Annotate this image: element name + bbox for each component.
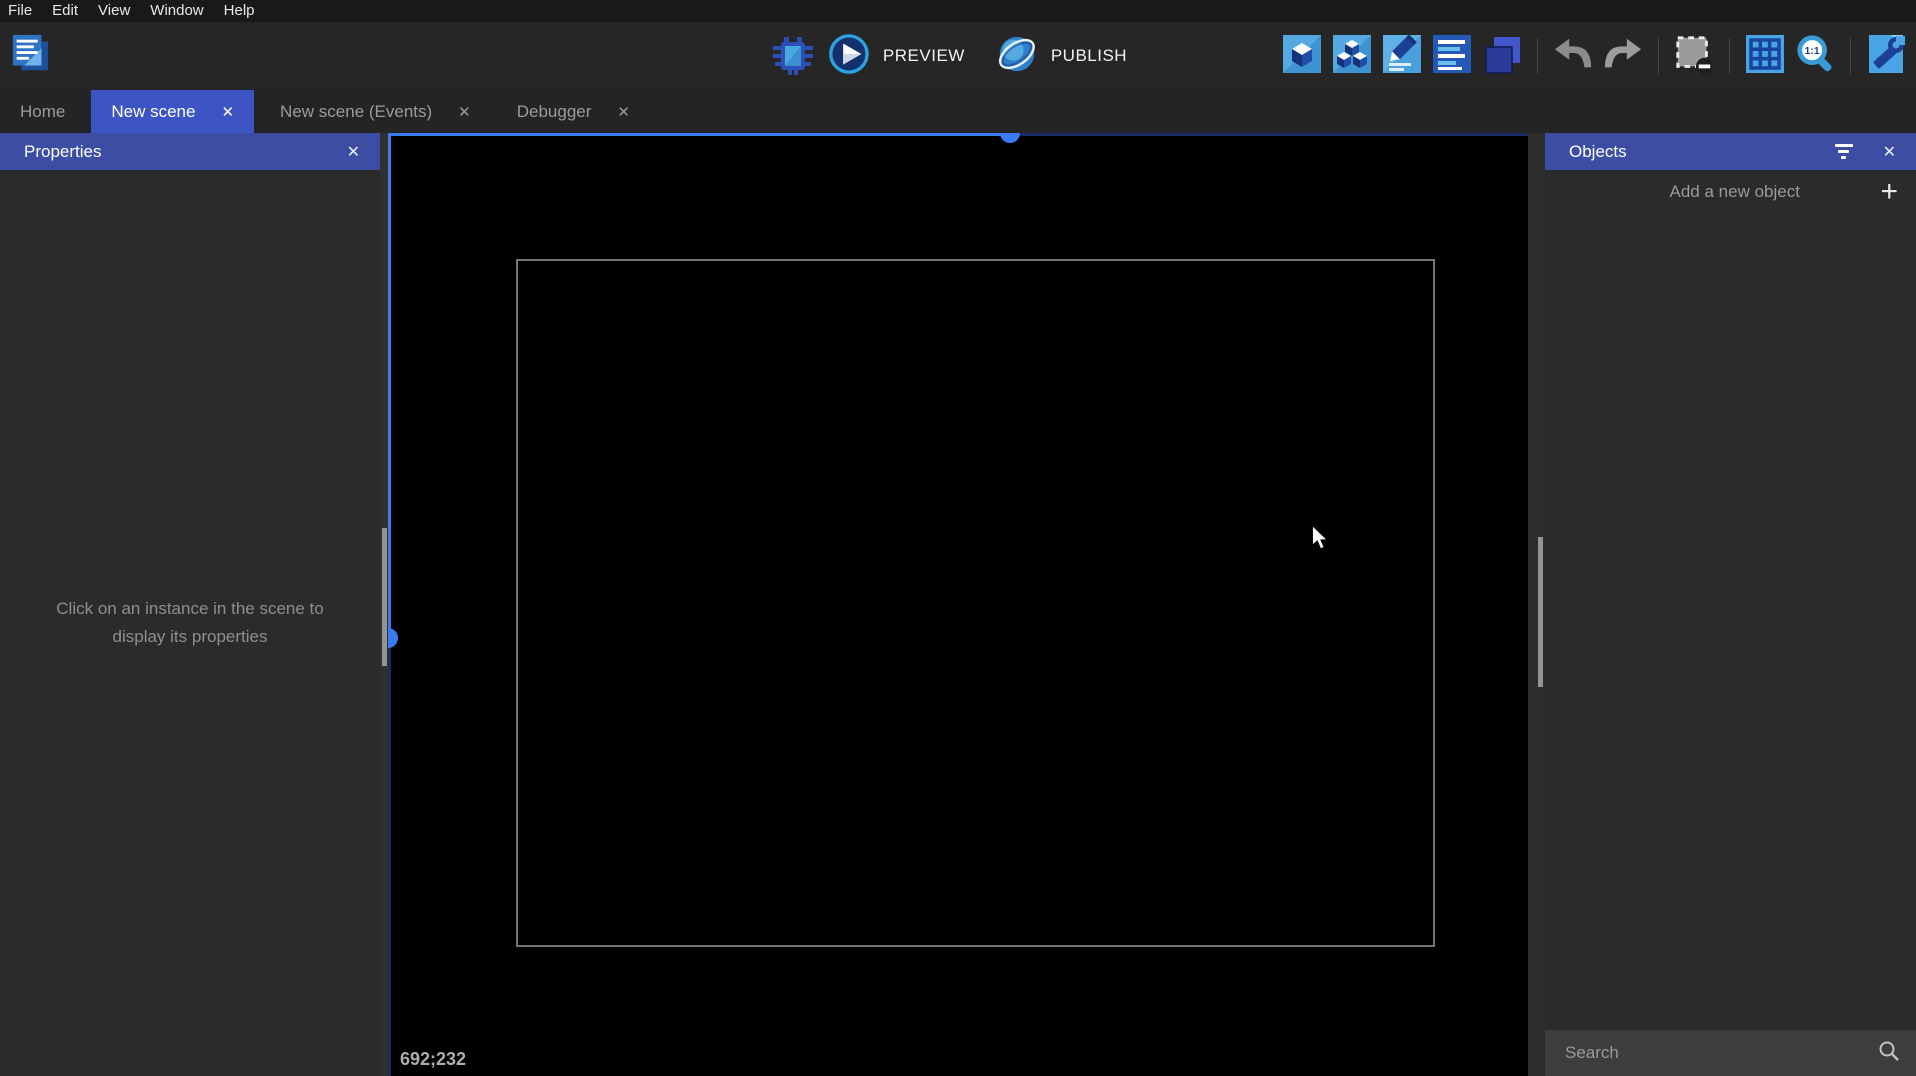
tab-close-icon[interactable]: ✕ [617,103,630,121]
play-circle-icon [828,33,870,80]
scene-canvas[interactable]: 692;232 [388,133,1528,1076]
tab-new-scene[interactable]: New scene ✕ [91,90,255,133]
scene-cube-icon [1282,34,1322,79]
selection-edge-left [388,133,391,638]
bug-icon [771,32,815,81]
toolbar-separator [1850,38,1851,74]
toolbar-center-group: PREVIEW PUBLISH [771,22,1145,90]
preview-button[interactable] [827,30,871,82]
add-new-object-button[interactable]: Add a new object + [1545,170,1916,214]
properties-panel-header: Properties ✕ [0,133,380,170]
tab-label: New scene [111,101,196,121]
properties-panel-body: Click on an instance in the scene to dis… [0,170,380,1076]
project-manager-icon [9,33,51,80]
tab-label: Debugger [516,101,592,121]
redo-icon [1603,37,1643,76]
edit-events-button[interactable] [1430,30,1474,82]
grid-icon [1745,34,1785,79]
canvas-border-top [1010,133,1528,136]
pencil-icon [1382,33,1422,79]
svg-text:1:1: 1:1 [1805,45,1820,57]
tab-debugger[interactable]: Debugger ✕ [497,90,650,133]
layers-button[interactable] [1480,30,1524,82]
properties-empty-message: Click on an instance in the scene to dis… [56,598,324,646]
zoom-original-button[interactable]: 1:1 [1793,30,1837,82]
objects-close-icon[interactable]: ✕ [1879,140,1900,164]
tab-close-icon[interactable]: ✕ [458,103,471,121]
preview-label[interactable]: PREVIEW [883,46,965,66]
toolbar-separator [1537,38,1538,74]
selection-handle-left[interactable] [388,628,398,648]
add-new-object-label: Add a new object [1669,182,1800,201]
properties-panel-title: Properties [24,141,102,161]
tab-label: New scene (Events) [280,101,433,121]
editor-tab-bar: Home New scene ✕ New scene (Events) ✕ De… [0,90,1916,133]
menu-view[interactable]: View [88,0,140,22]
menu-window[interactable]: Window [140,0,213,22]
events-sheet-icon [1432,34,1472,79]
search-input[interactable] [1565,1043,1878,1063]
selection-handle-top[interactable] [1000,133,1020,143]
mouse-cursor-icon [1312,525,1328,555]
plus-icon[interactable]: + [1880,177,1898,207]
scrollbar-thumb[interactable] [1538,537,1543,687]
tab-new-scene-events[interactable]: New scene (Events) ✕ [260,90,491,133]
scene-window-border [516,259,1435,947]
debug-button[interactable] [771,30,815,82]
undo-icon [1553,37,1593,76]
menu-bar: File Edit View Window Help [0,0,1916,22]
main-toolbar: PREVIEW PUBLISH 1:1 [0,22,1916,90]
toolbar-separator [1658,38,1659,74]
wrench-icon [1866,34,1906,79]
selection-edge-top [388,133,1010,136]
edit-objects-button[interactable] [1330,30,1374,82]
properties-panel: Properties ✕ Click on an instance in the… [0,133,380,1076]
menu-help[interactable]: Help [214,0,265,22]
toolbar-separator [1729,38,1730,74]
tools-button[interactable] [1864,30,1908,82]
objects-search-bar [1545,1030,1916,1076]
menu-edit[interactable]: Edit [42,0,88,22]
search-icon[interactable] [1878,1040,1900,1067]
cursor-coordinates-label: 692;232 [400,1049,467,1069]
objects-panel: Objects ✕ Add a new object + [1545,133,1916,1076]
publish-label[interactable]: PUBLISH [1051,46,1127,66]
undo-button[interactable] [1551,30,1595,82]
redo-button[interactable] [1601,30,1645,82]
deselect-button[interactable] [1672,30,1716,82]
layers-icon [1482,34,1522,79]
edit-scene-properties-button[interactable] [1380,30,1424,82]
canvas-left-scrollbar[interactable] [380,133,388,1076]
filter-icon[interactable] [1834,144,1853,159]
objects-cubes-icon [1332,34,1372,79]
canvas-right-scrollbar[interactable] [1528,133,1545,1076]
objects-panel-header: Objects ✕ [1545,133,1916,170]
scrollbar-thumb[interactable] [382,528,387,666]
toolbar-right-group: 1:1 [1280,22,1908,90]
properties-close-icon[interactable]: ✕ [343,140,364,164]
publish-sphere-icon [996,33,1038,80]
zoom-1-1-icon: 1:1 [1794,33,1836,80]
tab-home[interactable]: Home [0,90,85,133]
canvas-border-left [388,638,391,1076]
project-manager-button[interactable] [8,30,52,82]
grid-button[interactable] [1743,30,1787,82]
publish-button[interactable] [995,30,1039,82]
tab-label: Home [20,101,66,121]
edit-scene-button[interactable] [1280,30,1324,82]
deselect-icon [1673,33,1715,80]
objects-panel-title: Objects [1569,141,1627,161]
menu-file[interactable]: File [8,0,42,22]
tab-close-icon[interactable]: ✕ [221,103,234,121]
objects-list [1545,214,1916,1030]
